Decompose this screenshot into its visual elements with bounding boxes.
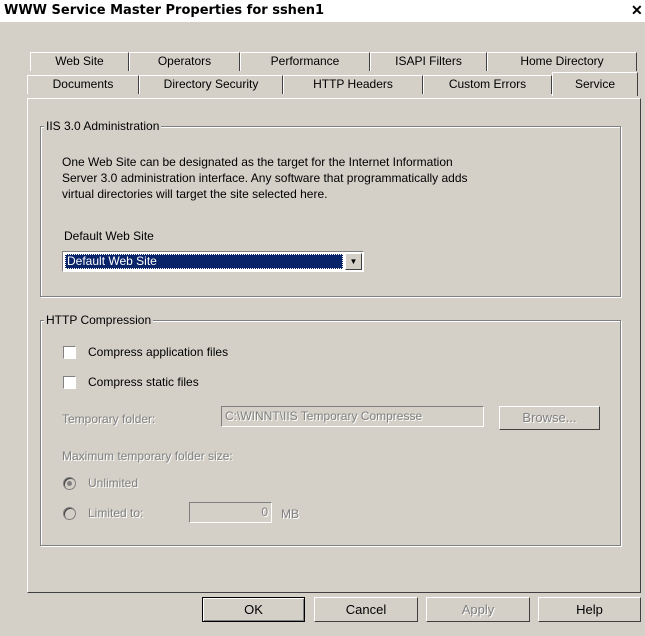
help-button[interactable]: Help	[538, 597, 641, 622]
description-line: Server 3.0 administration interface. Any…	[62, 171, 468, 185]
chevron-down-icon[interactable]: ▼	[345, 253, 362, 270]
tab-home-directory[interactable]: Home Directory	[487, 52, 637, 71]
close-icon[interactable]: ✕	[631, 2, 643, 19]
default-web-site-label: Default Web Site	[64, 229, 154, 243]
browse-button[interactable]: Browse...	[499, 406, 600, 430]
temp-folder-label: Temporary folder:	[62, 412, 156, 426]
ok-button[interactable]: OK	[202, 597, 305, 622]
mb-unit-label: MB	[281, 507, 299, 521]
unlimited-radio[interactable]	[63, 477, 76, 490]
tab-http-headers[interactable]: HTTP Headers	[283, 75, 423, 94]
tab-operators[interactable]: Operators	[129, 52, 240, 71]
default-web-site-select[interactable]: Default Web Site ▼	[62, 251, 364, 272]
tab-isapi-filters[interactable]: ISAPI Filters	[370, 52, 487, 71]
default-web-site-value: Default Web Site	[65, 254, 343, 269]
description-line: virtual directories will target the site…	[62, 187, 328, 201]
max-folder-size-label: Maximum temporary folder size:	[62, 449, 233, 463]
description-line: One Web Site can be designated as the ta…	[62, 155, 453, 169]
limited-to-radio[interactable]	[63, 507, 76, 520]
cancel-button[interactable]: Cancel	[314, 597, 418, 622]
tab-custom-errors[interactable]: Custom Errors	[423, 75, 552, 94]
compress-app-label[interactable]: Compress application files	[88, 345, 228, 359]
compress-app-checkbox[interactable]	[63, 346, 76, 359]
temp-folder-field[interactable]: C:\WINNT\IIS Temporary Compresse	[221, 406, 484, 427]
title-bar: WWW Service Master Properties for sshen1…	[0, 0, 645, 22]
tab-web-site[interactable]: Web Site	[30, 52, 129, 71]
apply-button[interactable]: Apply	[426, 597, 530, 622]
compress-static-label[interactable]: Compress static files	[88, 375, 199, 389]
tab-directory-security[interactable]: Directory Security	[139, 75, 283, 94]
http-compression-group-label: HTTP Compression	[44, 313, 154, 327]
tab-documents[interactable]: Documents	[27, 75, 139, 94]
iis-admin-group-label: IIS 3.0 Administration	[44, 119, 162, 133]
compress-static-checkbox[interactable]	[63, 376, 76, 389]
limited-to-label[interactable]: Limited to:	[88, 506, 143, 520]
tab-service[interactable]: Service	[552, 72, 638, 96]
limited-to-field[interactable]: 0	[189, 502, 272, 523]
iis-admin-description: One Web Site can be designated as the ta…	[62, 154, 468, 202]
unlimited-label[interactable]: Unlimited	[88, 476, 138, 490]
window-title: WWW Service Master Properties for sshen1	[4, 3, 325, 18]
tab-performance[interactable]: Performance	[240, 52, 370, 71]
